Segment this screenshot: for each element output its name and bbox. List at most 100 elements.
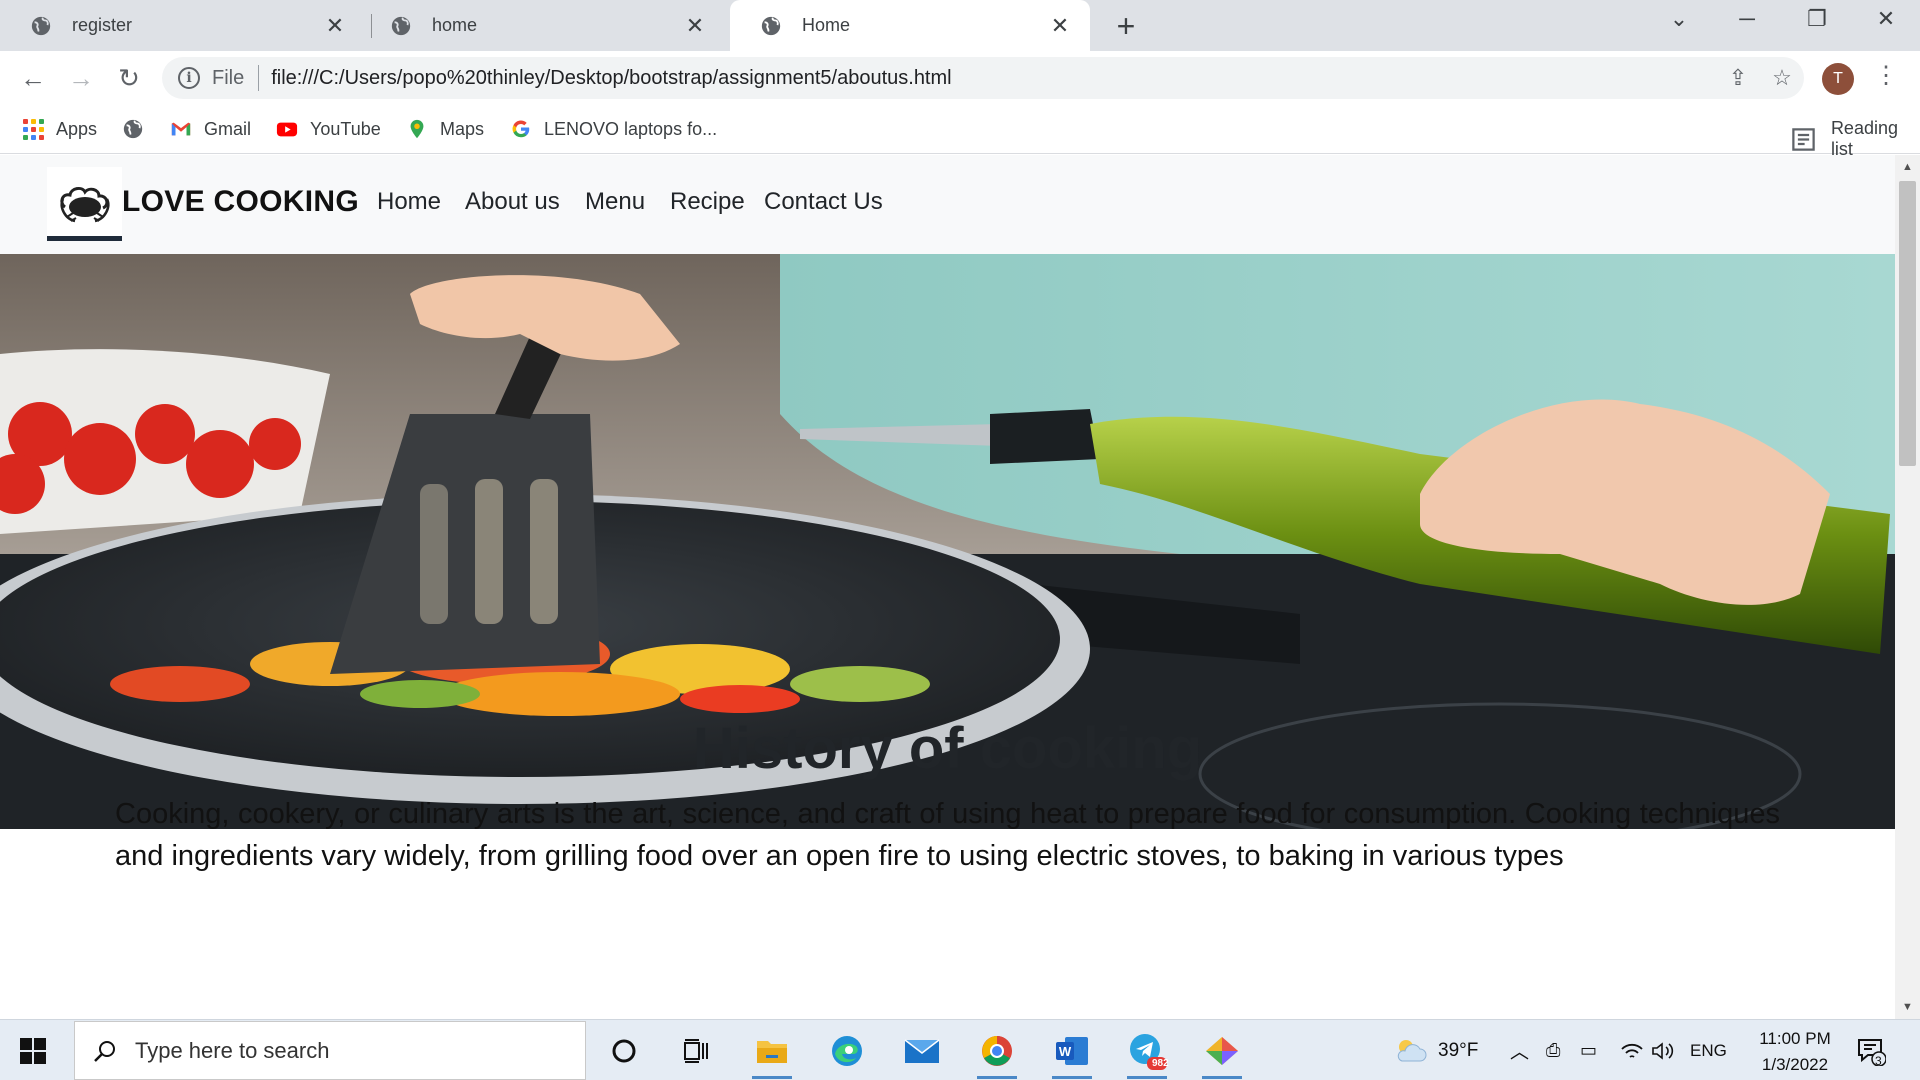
windows-taskbar: Type here to search W 982 39°F ︿ ⎙ ▭ ENG…: [0, 1019, 1920, 1080]
clock-date: 1/3/2022: [1761, 1055, 1829, 1074]
edge-icon: [832, 1035, 862, 1066]
restore-button[interactable]: ❐: [1797, 6, 1837, 32]
tab-home[interactable]: home ✕: [360, 0, 725, 51]
reading-list-icon: [1792, 127, 1815, 151]
site-navbar: LOVE COOKING Home About us Menu Recipe C…: [0, 155, 1895, 254]
notification-center[interactable]: 3: [1856, 1020, 1886, 1080]
taskbar-mail[interactable]: [890, 1020, 954, 1080]
close-icon[interactable]: ✕: [323, 13, 347, 39]
scroll-down-icon[interactable]: ▼: [1895, 997, 1920, 1017]
scroll-thumb[interactable]: [1899, 181, 1916, 466]
tab-label: home: [432, 15, 478, 35]
maps-pin-icon: [410, 119, 424, 139]
telegram-badge: 982: [1152, 1058, 1169, 1069]
star-icon[interactable]: ☆: [1760, 65, 1804, 91]
taskbar-clock[interactable]: 11:00 PM 1/3/2022: [1740, 1026, 1850, 1078]
chrome-icon: [982, 1035, 1012, 1066]
wifi-icon[interactable]: [1620, 1020, 1644, 1080]
bookmark-label: LENOVO laptops fo...: [544, 118, 718, 139]
windows-logo-icon: [20, 1038, 46, 1064]
taskbar-search[interactable]: Type here to search: [74, 1021, 586, 1080]
chef-hat-logo-icon: [59, 186, 109, 222]
search-placeholder: Type here to search: [135, 1037, 330, 1063]
tray-meet-icon[interactable]: ⎙: [1546, 1020, 1560, 1080]
forward-button[interactable]: →: [64, 61, 98, 95]
bookmark-label: Gmail: [204, 118, 252, 139]
reload-button[interactable]: ↻: [112, 61, 146, 95]
scheme-label: File: [212, 66, 245, 89]
scroll-up-icon[interactable]: ▲: [1895, 157, 1920, 177]
nav-home[interactable]: Home: [377, 188, 441, 216]
mail-icon: [904, 1038, 940, 1063]
bookmark-maps[interactable]: Maps: [406, 118, 484, 140]
bookmark-gmail[interactable]: Gmail: [170, 118, 251, 140]
site-brand[interactable]: LOVE COOKING: [122, 185, 359, 219]
tab-search-icon[interactable]: ⌄: [1659, 6, 1699, 32]
back-button[interactable]: ←: [16, 61, 50, 95]
address-bar[interactable]: i File file:///C:/Users/popo%20thinley/D…: [162, 57, 1804, 99]
bookmark-label: Maps: [440, 118, 485, 139]
google-icon: [512, 120, 530, 138]
globe-icon: [761, 16, 781, 35]
weather-cloud-sun-icon: [1397, 1039, 1427, 1061]
new-tab-button[interactable]: +: [1108, 8, 1144, 45]
nav-menu[interactable]: Menu: [585, 188, 645, 216]
clock-time: 11:00 PM: [1759, 1029, 1831, 1048]
close-icon[interactable]: ✕: [1048, 13, 1072, 39]
tab-label: Home: [802, 15, 851, 35]
taskbar-app-diamond[interactable]: [1190, 1020, 1254, 1080]
page-viewport: LOVE COOKING Home About us Menu Recipe C…: [0, 155, 1895, 1019]
nav-about-us[interactable]: About us: [465, 188, 560, 216]
bookmark-label: YouTube: [310, 118, 381, 139]
diamond-app-icon: [1206, 1036, 1238, 1065]
tab-register[interactable]: register ✕: [0, 0, 365, 51]
battery-icon[interactable]: ▭: [1580, 1020, 1597, 1080]
taskbar-word[interactable]: W: [1040, 1020, 1104, 1080]
bookmark-lenovo[interactable]: LENOVO laptops fo...: [510, 118, 717, 140]
page-scrollbar[interactable]: ▲ ▼: [1895, 155, 1920, 1019]
word-icon: W: [1056, 1036, 1088, 1065]
history-heading: History of cooking: [692, 716, 1203, 781]
bookmark-label: Apps: [56, 118, 98, 139]
taskbar-chrome[interactable]: [965, 1020, 1029, 1080]
reading-list-button[interactable]: Reading list: [1790, 118, 1898, 160]
tab-label: register: [72, 15, 133, 35]
globe-icon: [123, 119, 143, 139]
tray-weather[interactable]: 39°F: [1394, 1020, 1478, 1080]
bookmark-globe[interactable]: [122, 118, 156, 140]
bookmark-youtube[interactable]: YouTube: [276, 118, 381, 140]
url-text[interactable]: file:///C:/Users/popo%20thinley/Desktop/…: [271, 67, 1716, 90]
apps-grid-icon: [22, 118, 44, 140]
nav-recipe[interactable]: Recipe: [670, 188, 745, 216]
nav-contact-us[interactable]: Contact Us: [764, 188, 883, 216]
more-menu-icon[interactable]: ⋮: [1874, 61, 1898, 90]
notification-count: 3: [1875, 1054, 1882, 1068]
start-button[interactable]: [20, 1038, 46, 1069]
taskbar-file-explorer[interactable]: [740, 1020, 804, 1080]
svg-text:W: W: [1059, 1044, 1072, 1059]
bookmarks-bar: Apps Gmail YouTube Maps LENOVO laptops f…: [0, 106, 1920, 159]
volume-icon[interactable]: [1650, 1020, 1676, 1080]
bookmark-apps[interactable]: Apps: [22, 118, 97, 140]
cortana-icon: [612, 1039, 636, 1062]
profile-avatar[interactable]: T: [1822, 63, 1854, 95]
address-separator: [258, 65, 260, 91]
close-window-button[interactable]: ✕: [1866, 6, 1906, 32]
task-view-button[interactable]: [664, 1020, 728, 1080]
taskbar-telegram[interactable]: 982: [1115, 1020, 1179, 1080]
info-icon[interactable]: i: [178, 67, 200, 89]
tab-home-active[interactable]: Home ✕: [730, 0, 1090, 51]
minimize-button[interactable]: ─: [1727, 6, 1767, 32]
bookmark-label: Reading list: [1830, 118, 1898, 159]
taskbar-edge[interactable]: [815, 1020, 879, 1080]
weather-temp: 39°F: [1438, 1039, 1479, 1061]
close-icon[interactable]: ✕: [683, 13, 707, 39]
site-logo[interactable]: [47, 167, 122, 241]
share-icon[interactable]: ⇪: [1716, 65, 1760, 91]
search-icon: [94, 1040, 115, 1062]
language-indicator[interactable]: ENG: [1690, 1020, 1727, 1080]
globe-icon: [391, 16, 411, 35]
cortana-button[interactable]: [592, 1020, 656, 1080]
tray-overflow-icon[interactable]: ︿: [1510, 1020, 1529, 1080]
gmail-icon: [171, 122, 191, 136]
